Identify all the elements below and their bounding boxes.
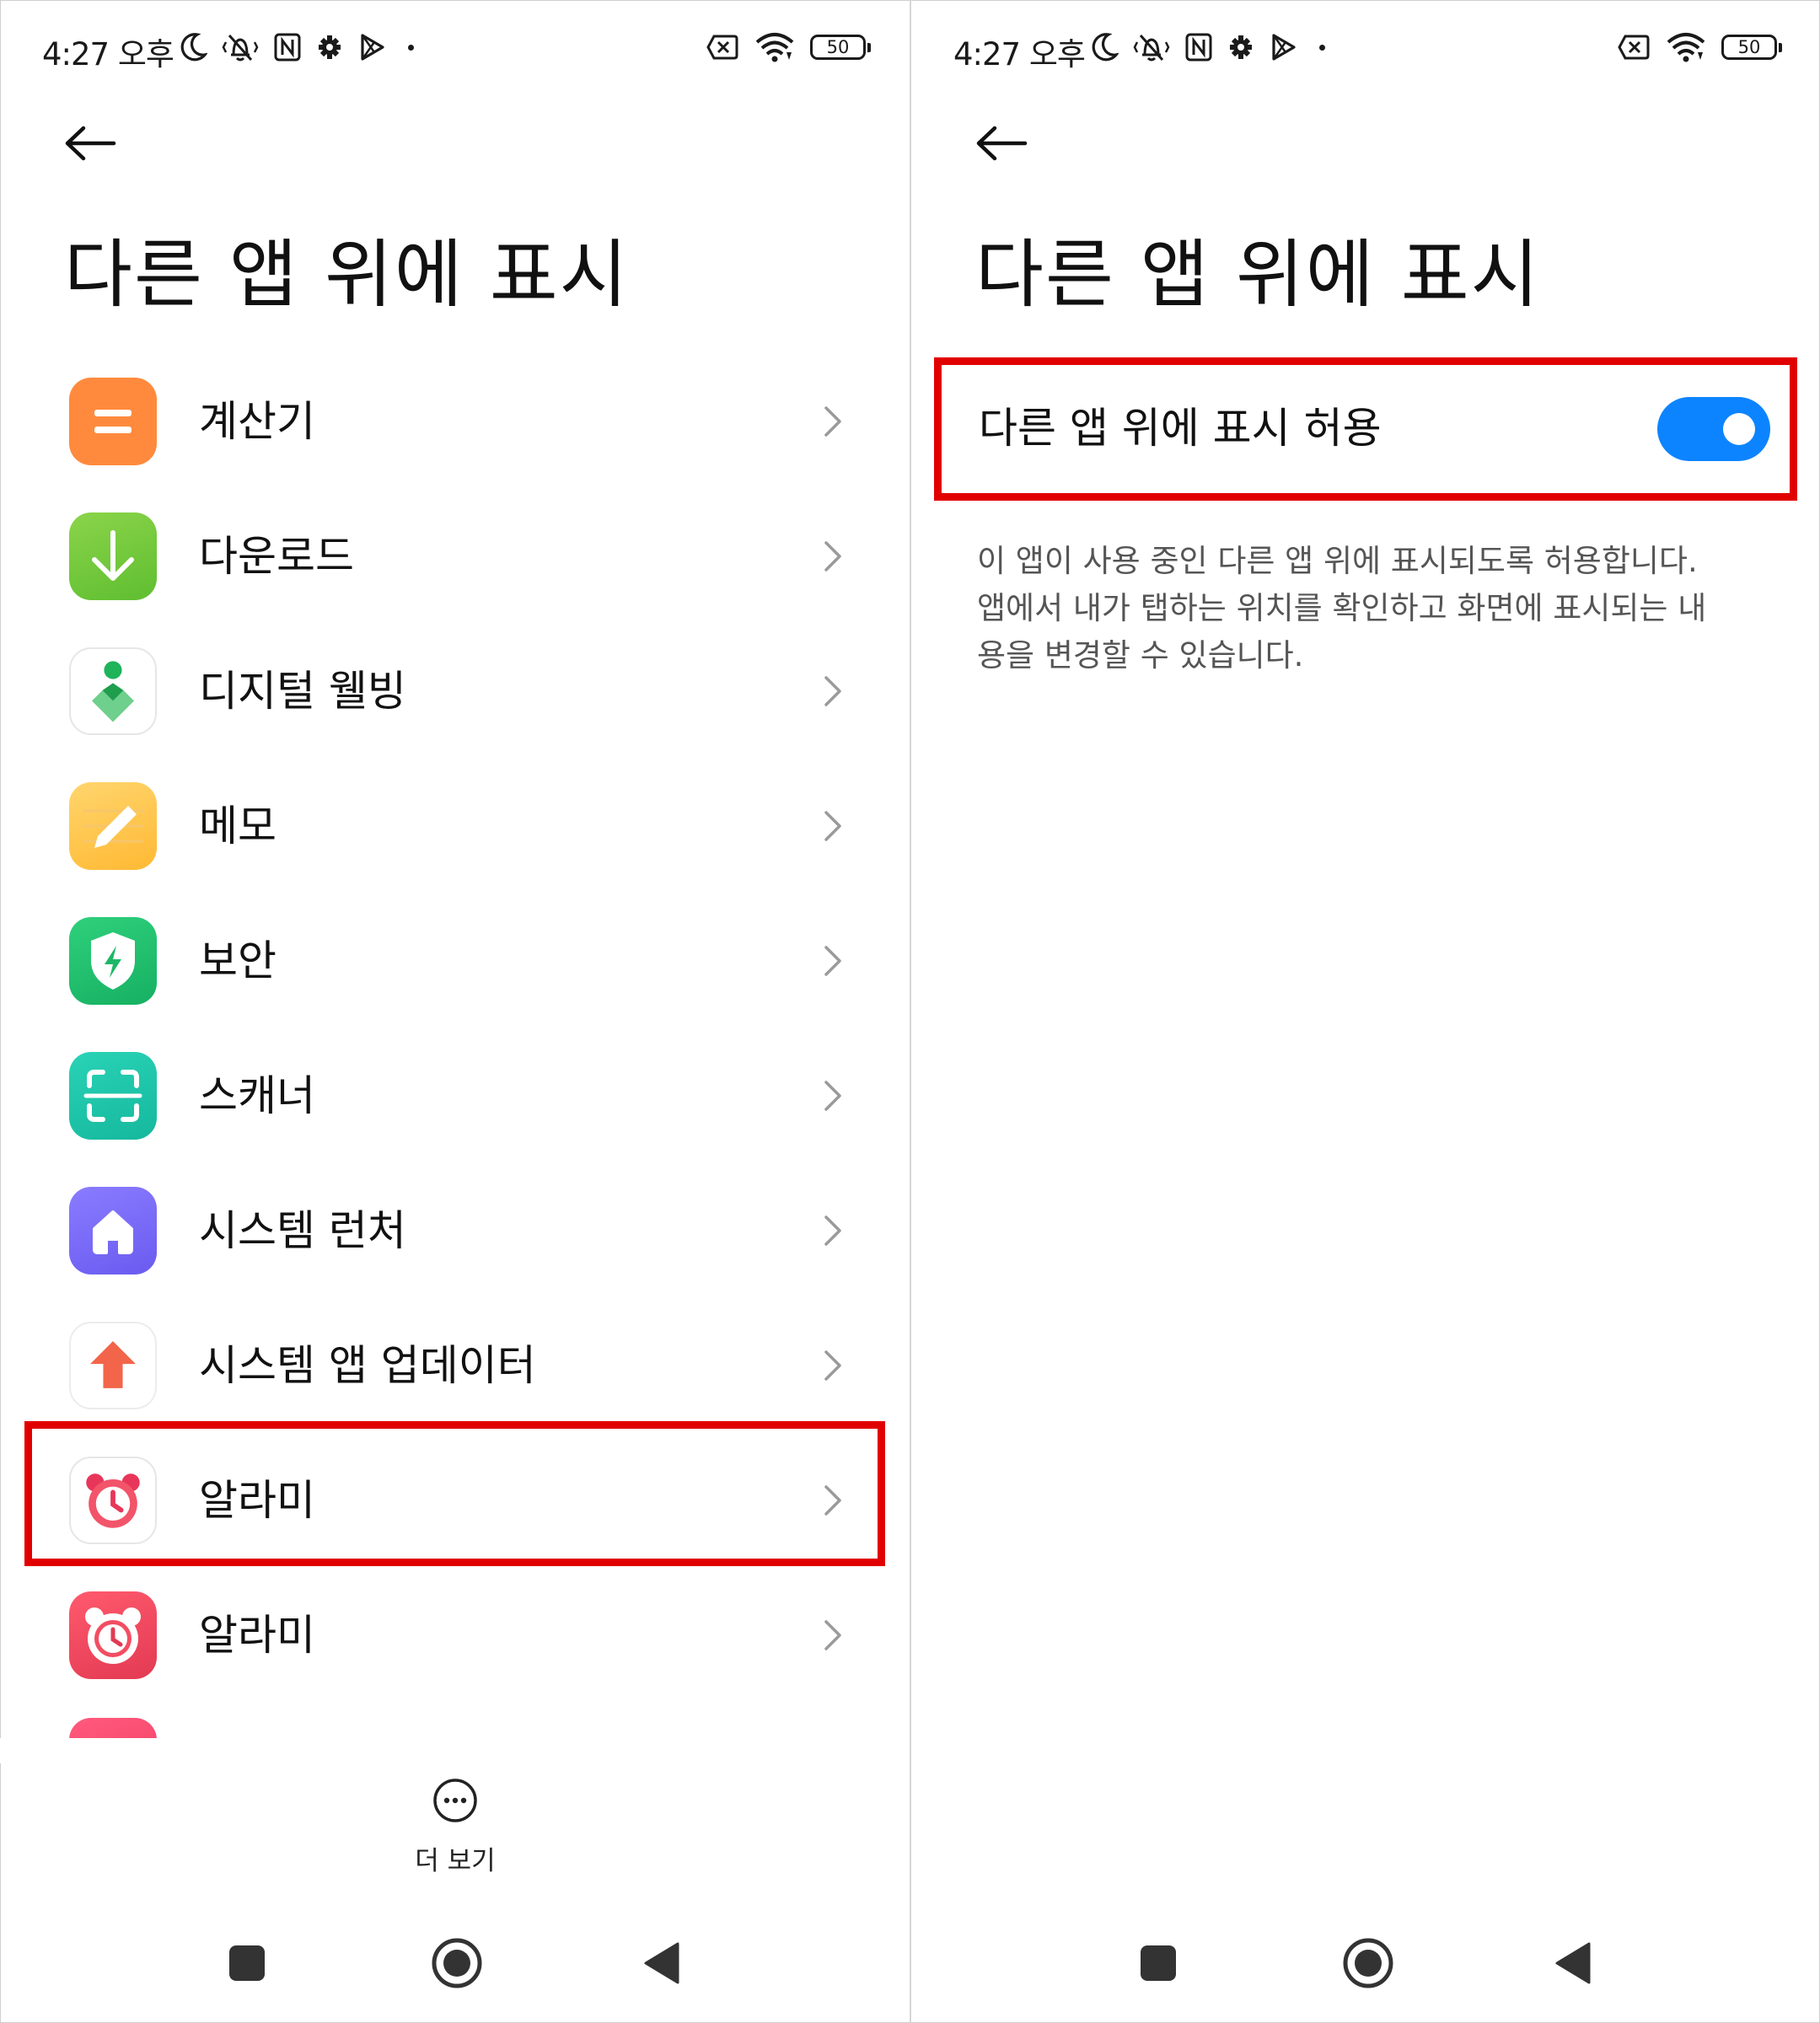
app-label: 보안 bbox=[199, 936, 276, 985]
app-label: 스캐너 bbox=[199, 1071, 315, 1120]
app-row-system-launcher[interactable]: 시스템 런처 bbox=[0, 1163, 910, 1298]
app-label: 시스템 앱 업데이터 bbox=[199, 1341, 536, 1390]
chevron-right-icon bbox=[824, 1350, 841, 1381]
chevron-right-icon bbox=[824, 676, 841, 706]
more-label: 더 보기 bbox=[415, 1846, 496, 1876]
page-title: 다른 앱 위에 표시 bbox=[64, 231, 630, 318]
vibrate-off-icon bbox=[1133, 34, 1170, 62]
app-label: 시스템 런처 bbox=[199, 1206, 406, 1255]
more-dots-icon bbox=[433, 1779, 477, 1822]
home-button[interactable] bbox=[1340, 1935, 1396, 1991]
status-time: 4:27 오후 bbox=[953, 36, 1086, 72]
app-row-security[interactable]: 보안 bbox=[0, 893, 910, 1028]
navigation-bar bbox=[0, 1930, 910, 2006]
system-app-updater-icon bbox=[69, 1322, 157, 1409]
back-button[interactable] bbox=[972, 118, 1031, 169]
status-time: 4:27 오후 bbox=[42, 36, 174, 72]
notes-icon bbox=[69, 782, 157, 870]
no-sim-icon bbox=[706, 35, 738, 60]
highlight-box bbox=[24, 1421, 885, 1566]
alarmy-icon bbox=[69, 1591, 157, 1679]
left-panel: 4:27 오후 50 다른 앱 위에 표시 계산기 다운로드 디지털 웰빙 메모… bbox=[0, 0, 910, 2023]
download-icon bbox=[69, 512, 157, 600]
wifi-icon bbox=[1667, 33, 1705, 62]
partial-app-icon bbox=[69, 1718, 157, 1738]
app-label: 알라미 bbox=[199, 1611, 315, 1660]
battery-icon: 50 bbox=[1721, 35, 1782, 60]
moon-icon bbox=[180, 33, 207, 62]
list-fade bbox=[0, 1738, 910, 1763]
app-row-digital-wellbeing[interactable]: 디지털 웰빙 bbox=[0, 624, 910, 759]
home-button[interactable] bbox=[429, 1935, 485, 1991]
back-button[interactable] bbox=[61, 118, 120, 169]
moon-icon bbox=[1092, 33, 1119, 62]
overlay-description: 이 앱이 사용 중인 다른 앱 위에 표시되도록 허용합니다. 앱에서 내가 탭… bbox=[977, 538, 1736, 679]
settings-gear-icon bbox=[319, 35, 341, 59]
highlight-box bbox=[934, 357, 1797, 501]
app-row-scanner[interactable]: 스캐너 bbox=[0, 1028, 910, 1163]
app-row-download[interactable]: 다운로드 bbox=[0, 489, 910, 624]
nfc-icon bbox=[274, 33, 301, 62]
app-label: 메모 bbox=[199, 802, 276, 851]
status-bar: 4:27 오후 50 bbox=[0, 0, 910, 93]
app-row-alarmy[interactable]: 알라미 bbox=[0, 1568, 910, 1703]
scanner-icon bbox=[69, 1052, 157, 1140]
play-store-icon bbox=[1272, 34, 1296, 61]
no-sim-icon bbox=[1618, 35, 1650, 60]
app-label: 계산기 bbox=[199, 397, 315, 446]
page-title: 다른 앱 위에 표시 bbox=[975, 231, 1541, 318]
description-line: 이 앱이 사용 중인 다른 앱 위에 표시되도록 허용합니다. bbox=[977, 543, 1698, 579]
security-icon bbox=[69, 917, 157, 1005]
description-line: 앱에서 내가 탭하는 위치를 확인하고 화면에 표시되는 내 bbox=[977, 590, 1707, 626]
app-row-system-app-updater[interactable]: 시스템 앱 업데이터 bbox=[0, 1298, 910, 1433]
chevron-right-icon bbox=[824, 1620, 841, 1650]
app-label: 디지털 웰빙 bbox=[199, 667, 406, 716]
recent-apps-button[interactable] bbox=[1141, 1945, 1176, 1981]
calculator-icon bbox=[69, 378, 157, 465]
nfc-icon bbox=[1185, 33, 1212, 62]
description-line: 용을 변경할 수 있습니다. bbox=[977, 637, 1304, 673]
chevron-right-icon bbox=[824, 406, 841, 437]
right-panel: 4:27 오후 50 다른 앱 위에 표시 다른 앱 위에 표시 허용 이 앱이… bbox=[911, 0, 1820, 2023]
chevron-right-icon bbox=[824, 946, 841, 976]
nav-back-button[interactable] bbox=[1554, 1940, 1592, 1986]
chevron-right-icon bbox=[824, 1215, 841, 1246]
settings-gear-icon bbox=[1230, 35, 1252, 59]
chevron-right-icon bbox=[824, 541, 841, 571]
status-bar: 4:27 오후 50 bbox=[911, 0, 1820, 93]
chevron-right-icon bbox=[824, 811, 841, 841]
digital-wellbeing-icon bbox=[69, 647, 157, 735]
system-launcher-icon bbox=[69, 1187, 157, 1274]
navigation-bar bbox=[911, 1930, 1820, 2006]
play-store-icon bbox=[361, 34, 384, 61]
more-button[interactable]: 더 보기 bbox=[396, 1777, 514, 1878]
wifi-icon bbox=[755, 33, 794, 62]
nav-back-button[interactable] bbox=[642, 1940, 681, 1986]
notification-dot-icon bbox=[408, 44, 414, 51]
app-row-notes[interactable]: 메모 bbox=[0, 759, 910, 893]
vibrate-off-icon bbox=[222, 34, 259, 62]
back-arrow-icon bbox=[976, 126, 1028, 161]
notification-dot-icon bbox=[1319, 44, 1325, 51]
battery-icon: 50 bbox=[810, 35, 871, 60]
chevron-right-icon bbox=[824, 1081, 841, 1111]
app-label: 다운로드 bbox=[199, 532, 354, 581]
recent-apps-button[interactable] bbox=[229, 1945, 265, 1981]
back-arrow-icon bbox=[65, 126, 116, 161]
app-row-calculator[interactable]: 계산기 bbox=[0, 354, 910, 489]
